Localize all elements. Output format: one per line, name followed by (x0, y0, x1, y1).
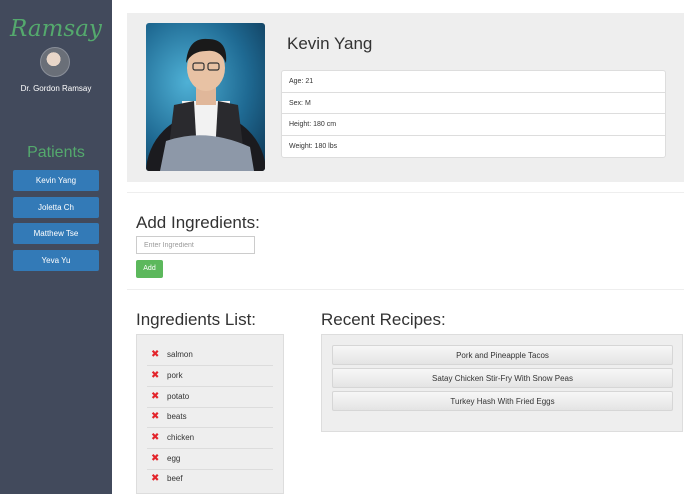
remove-icon[interactable]: ✖ (151, 453, 159, 464)
patient-name: Kevin Yang (287, 34, 373, 53)
divider (127, 192, 684, 193)
patient-button-joletta-ch[interactable]: Joletta Ch (13, 197, 99, 218)
ingredient-item: ✖ beef (147, 469, 273, 490)
ingredients-list: ✖ salmon ✖ pork ✖ potato ✖ beats ✖ chick… (136, 334, 284, 494)
remove-icon[interactable]: ✖ (151, 391, 159, 402)
recent-recipes-title: Recent Recipes: (321, 310, 446, 329)
patient-info-list: Age: 21 Sex: M Height: 180 cm Weight: 18… (281, 70, 666, 158)
sidebar: Ramsay Dr. Gordon Ramsay Patients Kevin … (0, 0, 112, 494)
ingredient-item: ✖ salmon (147, 345, 273, 366)
doctor-name: Dr. Gordon Ramsay (20, 84, 92, 93)
remove-icon[interactable]: ✖ (151, 349, 159, 360)
doctor-avatar (40, 47, 70, 77)
brand-logo: Ramsay (10, 16, 102, 42)
remove-icon[interactable]: ✖ (151, 411, 159, 422)
ingredient-item: ✖ chicken (147, 428, 273, 449)
ingredient-label: beats (167, 412, 187, 421)
ingredient-label: beef (167, 474, 183, 483)
info-age: Age: 21 (282, 71, 665, 93)
ingredients-list-title: Ingredients List: (136, 310, 257, 329)
patient-button-kevin-yang[interactable]: Kevin Yang (13, 170, 99, 191)
ingredient-label: potato (167, 392, 190, 401)
ingredient-item: ✖ beats (147, 407, 273, 428)
divider (127, 289, 684, 290)
patient-button-matthew-tse[interactable]: Matthew Tse (13, 223, 99, 244)
patients-heading: Patients (27, 144, 85, 161)
add-ingredients-title: Add Ingredients: (136, 213, 260, 232)
ingredient-item: ✖ potato (147, 387, 273, 408)
remove-icon[interactable]: ✖ (151, 473, 159, 484)
ingredient-label: salmon (167, 350, 193, 359)
remove-icon[interactable]: ✖ (151, 432, 159, 443)
remove-icon[interactable]: ✖ (151, 370, 159, 381)
patient-button-yeva-yu[interactable]: Yeva Yu (13, 250, 99, 271)
info-weight: Weight: 180 lbs (289, 142, 338, 150)
recipe-button[interactable]: Satay Chicken Stir-Fry With Snow Peas (332, 368, 673, 388)
recent-recipes-list: Pork and Pineapple Tacos Satay Chicken S… (321, 334, 683, 432)
ingredient-label: chicken (167, 433, 195, 442)
recipe-button[interactable]: Pork and Pineapple Tacos (332, 345, 673, 365)
add-ingredient-button[interactable]: Add (136, 260, 163, 278)
ingredient-label: egg (167, 454, 181, 463)
info-height: Height: 180 cm (282, 114, 665, 136)
ingredient-input[interactable] (136, 236, 255, 254)
ingredient-item: ✖ egg (147, 449, 273, 470)
info-sex: Sex: M (282, 93, 665, 114)
patient-photo (146, 23, 265, 171)
recipe-button[interactable]: Turkey Hash With Fried Eggs (332, 391, 673, 411)
ingredient-label: pork (167, 371, 183, 380)
ingredient-item: ✖ pork (147, 366, 273, 387)
